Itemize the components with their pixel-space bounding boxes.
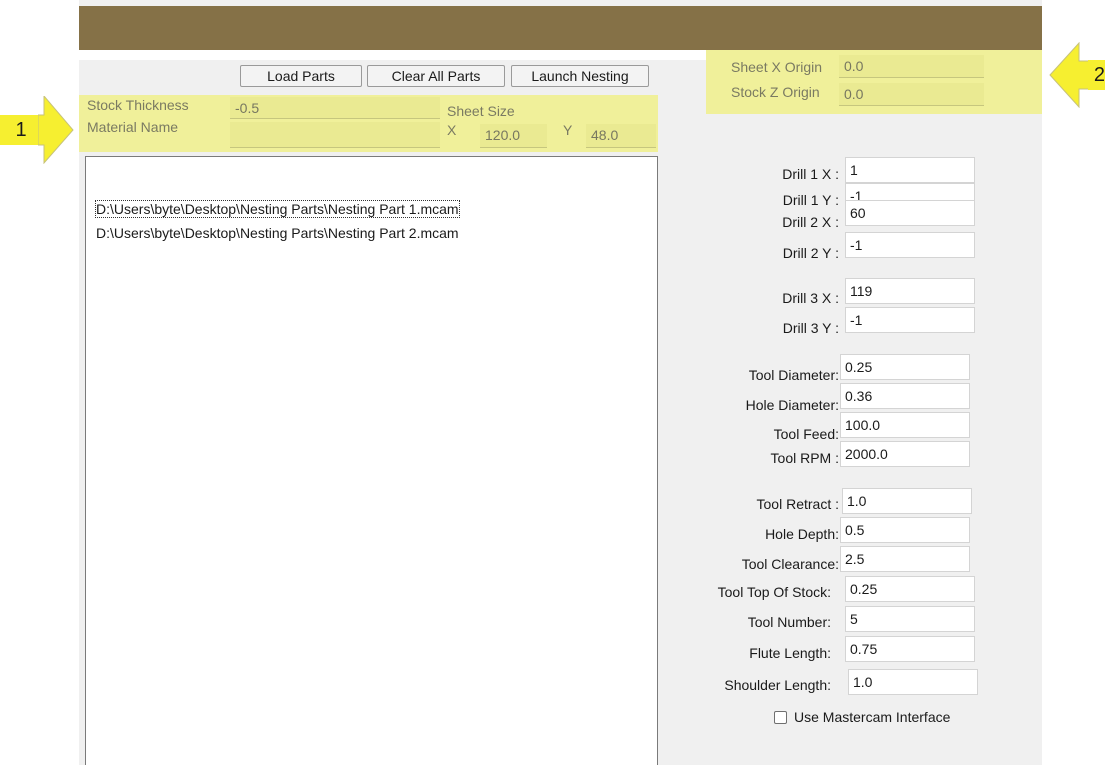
drill-2-x-field[interactable]: 60 [845, 200, 975, 226]
flute-length-label: Flute Length: [749, 645, 831, 661]
list-item[interactable]: D:\Users\byte\Desktop\Nesting Parts\Nest… [96, 225, 459, 241]
stock-thickness-field[interactable]: -0.5 [230, 97, 440, 119]
callout-2-badge: 2 [1088, 60, 1105, 90]
use-mastercam-checkbox[interactable] [774, 711, 787, 724]
sheet-x-origin-label: Sheet X Origin [731, 59, 823, 75]
tool-top-of-stock-label: Tool Top Of Stock: [717, 584, 831, 600]
drill-3-x-field[interactable]: 119 [845, 278, 975, 304]
sheet-x-origin-field[interactable]: 0.0 [839, 55, 984, 78]
arrow-right-icon [38, 96, 74, 164]
tool-top-of-stock-field[interactable]: 0.25 [845, 576, 975, 602]
material-name-field[interactable] [230, 122, 440, 148]
drill-3-y-field[interactable]: -1 [845, 307, 975, 333]
hole-diameter-label: Hole Diameter: [745, 397, 839, 413]
material-name-label: Material Name [87, 119, 179, 135]
tool-clearance-field[interactable]: 2.5 [840, 546, 970, 572]
shoulder-length-label: Shoulder Length: [724, 677, 831, 693]
sheet-x-label: X [447, 122, 457, 138]
drill-1-x-label: Drill 1 X : [782, 166, 839, 182]
tool-diameter-label: Tool Diameter: [748, 367, 839, 383]
drill-3-y-label: Drill 3 Y : [782, 320, 839, 336]
clear-all-parts-button[interactable]: Clear All Parts [367, 65, 505, 87]
sheet-y-field[interactable]: 48.0 [586, 124, 656, 148]
launch-nesting-button[interactable]: Launch Nesting [511, 65, 649, 87]
tool-number-label: Tool Number: [747, 614, 831, 630]
hole-depth-label: Hole Depth: [765, 526, 839, 542]
stock-z-origin-label: Stock Z Origin [731, 84, 820, 100]
stock-settings-highlight: Stock Thickness -0.5 Material Name Sheet… [79, 95, 658, 152]
tool-retract-label: Tool Retract : [756, 496, 839, 512]
shoulder-length-field[interactable]: 1.0 [848, 669, 978, 695]
sheet-x-field[interactable]: 120.0 [480, 124, 547, 148]
drill-2-y-label: Drill 2 Y : [782, 245, 839, 261]
hole-depth-field[interactable]: 0.5 [840, 517, 970, 543]
hole-diameter-field[interactable]: 0.36 [840, 383, 970, 409]
stock-thickness-label: Stock Thickness [87, 97, 189, 113]
sheet-y-label: Y [563, 122, 573, 138]
stock-z-origin-field[interactable]: 0.0 [839, 83, 984, 106]
drill-2-x-label: Drill 2 X : [782, 214, 839, 230]
flute-length-field[interactable]: 0.75 [845, 636, 975, 662]
title-bar [79, 6, 1042, 50]
sheet-size-label: Sheet Size [447, 103, 515, 119]
list-item[interactable]: D:\Users\byte\Desktop\Nesting Parts\Nest… [95, 200, 460, 218]
tool-rpm-field[interactable]: 2000.0 [840, 441, 970, 467]
tool-rpm-label: Tool RPM : [770, 450, 839, 466]
tool-clearance-label: Tool Clearance: [741, 556, 839, 572]
tool-number-field[interactable]: 5 [845, 606, 975, 632]
drill-1-y-label: Drill 1 Y : [782, 192, 839, 208]
tool-feed-field[interactable]: 100.0 [840, 412, 970, 438]
origin-settings-highlight: Sheet X Origin 0.0 Stock Z Origin 0.0 [706, 50, 1042, 114]
drill-1-x-field[interactable]: 1 [845, 157, 975, 183]
load-parts-button[interactable]: Load Parts [240, 65, 362, 87]
callout-1-badge: 1 [0, 115, 42, 145]
tool-diameter-field[interactable]: 0.25 [840, 354, 970, 380]
drill-3-x-label: Drill 3 X : [782, 290, 839, 306]
parts-listbox[interactable]: D:\Users\byte\Desktop\Nesting Parts\Nest… [85, 156, 658, 765]
tool-feed-label: Tool Feed: [773, 426, 839, 442]
drill-2-y-field[interactable]: -1 [845, 232, 975, 258]
use-mastercam-label: Use Mastercam Interface [794, 709, 951, 725]
tool-retract-field[interactable]: 1.0 [842, 488, 972, 514]
